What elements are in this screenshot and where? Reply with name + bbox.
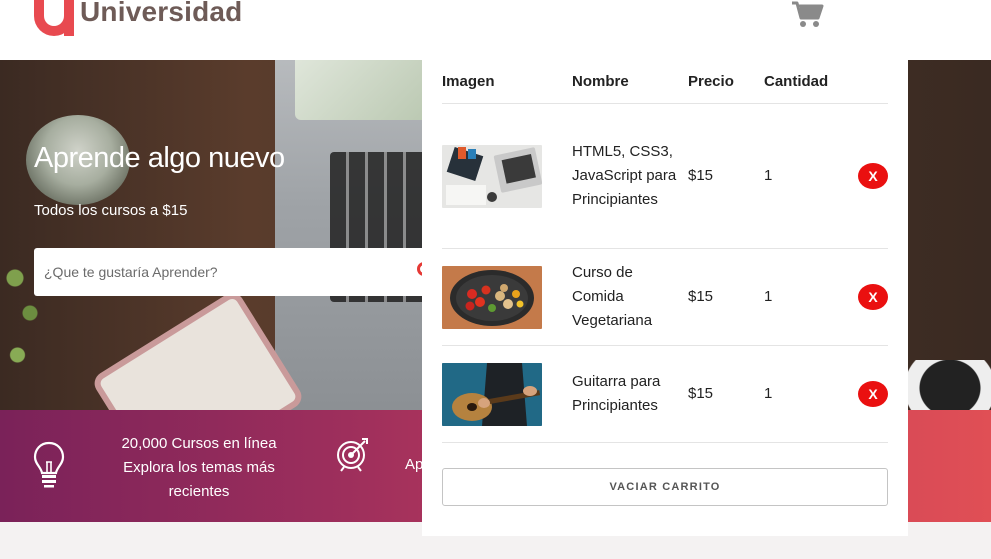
guitar-player-photo [442, 362, 542, 426]
search-input[interactable] [34, 248, 414, 296]
cart-item-name: Guitarra para Principiantes [572, 345, 688, 443]
cart-item-name: Curso de Comida Vegetariana [572, 248, 688, 346]
site-header: Universidad [0, 0, 991, 60]
cart-table: Imagen Nombre Precio Cantidad HTML5, CSS… [442, 60, 888, 443]
laptop-desk-photo [442, 144, 542, 208]
column-header-name: Nombre [572, 60, 688, 104]
cart-row: Curso de Comida Vegetariana $15 1 X [442, 248, 888, 346]
cart-cell-remove: X [858, 345, 888, 443]
search-form [34, 248, 434, 296]
column-header-quantity: Cantidad [764, 60, 858, 104]
cart-row: HTML5, CSS3, JavaScript para Principiant… [442, 103, 888, 249]
logo-mark[interactable] [34, 0, 74, 36]
remove-item-button[interactable]: X [858, 163, 888, 189]
cart-item-price: $15 [688, 103, 764, 249]
cart-cell-remove: X [858, 248, 888, 346]
column-header-price: Precio [688, 60, 764, 104]
column-header-remove [858, 60, 888, 104]
feature-text-courses: 20,000 Cursos en línea Explora los temas… [104, 432, 294, 504]
cart-cell-image [442, 345, 572, 443]
cart-item-name: HTML5, CSS3, JavaScript para Principiant… [572, 103, 688, 249]
vegetables-pan-photo [442, 265, 542, 329]
cart-item-quantity: 1 [764, 103, 858, 249]
hero-title: Aprende algo nuevo [34, 142, 285, 174]
feature-line: 20,000 Cursos en línea [121, 435, 277, 452]
cart-row: Guitarra para Principiantes $15 1 X [442, 345, 888, 443]
hero-background-mug [905, 360, 991, 410]
cart-cell-image [442, 248, 572, 346]
hero-background-notebook [98, 296, 298, 410]
cart-item-quantity: 1 [764, 248, 858, 346]
cart-cell-remove: X [858, 103, 888, 249]
target-icon [336, 436, 370, 477]
hero-background-screen [295, 60, 435, 120]
cart-dropdown: Imagen Nombre Precio Cantidad HTML5, CSS… [422, 60, 908, 536]
empty-cart-button[interactable]: VACIAR CARRITO [442, 468, 888, 506]
feature-text-partial: Ap [405, 456, 424, 473]
shopping-cart-icon[interactable] [790, 0, 826, 35]
column-header-image: Imagen [442, 60, 572, 104]
cart-header-row: Imagen Nombre Precio Cantidad [442, 60, 888, 104]
feature-line: recientes [168, 483, 230, 500]
cart-cell-image [442, 103, 572, 249]
feature-line: Explora los temas más [123, 459, 275, 476]
hero-subtitle: Todos los cursos a $15 [34, 202, 188, 219]
remove-item-button[interactable]: X [858, 381, 888, 407]
cart-item-price: $15 [688, 248, 764, 346]
cart-item-quantity: 1 [764, 345, 858, 443]
lightbulb-icon [32, 440, 66, 495]
remove-item-button[interactable]: X [858, 284, 888, 310]
cart-item-price: $15 [688, 345, 764, 443]
logo-text[interactable]: Universidad [80, 0, 242, 28]
